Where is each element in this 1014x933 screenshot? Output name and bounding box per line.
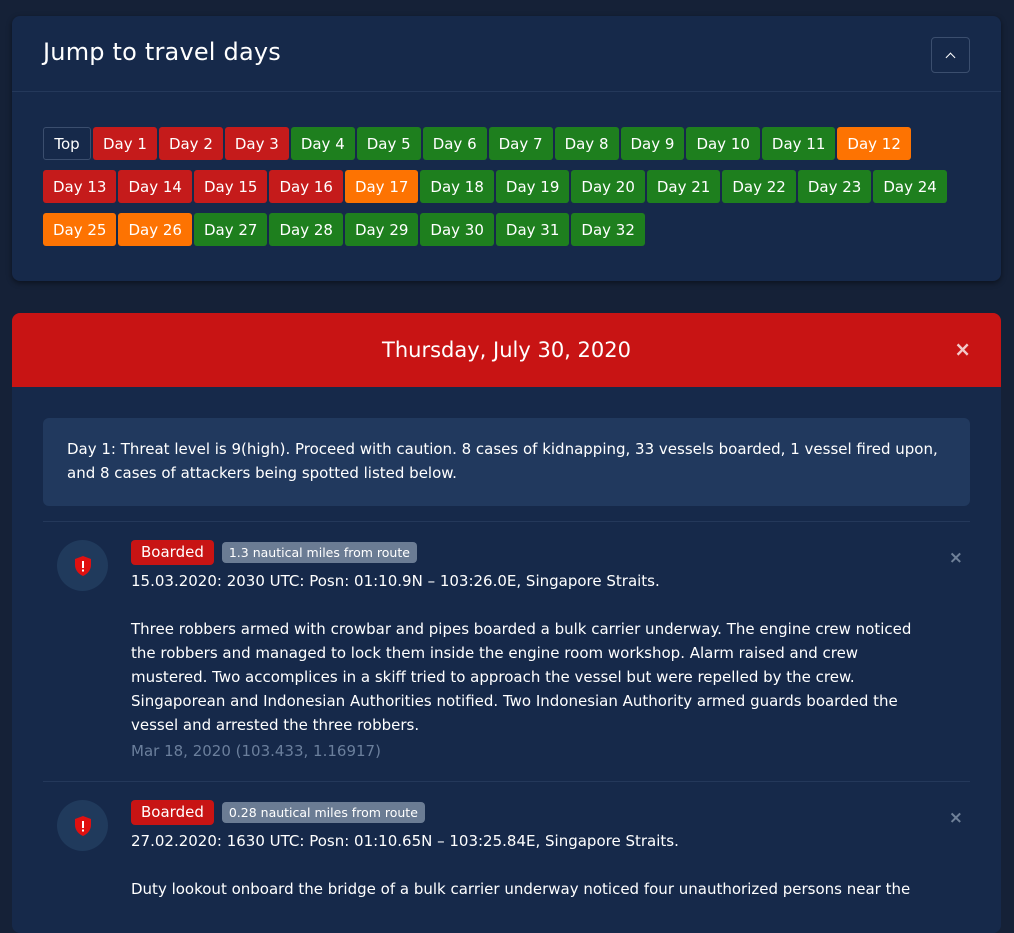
- day-button-5[interactable]: Day 5: [356, 127, 421, 160]
- collapse-button[interactable]: [931, 37, 970, 73]
- day-button-14[interactable]: Day 14: [118, 170, 192, 203]
- day-title: Thursday, July 30, 2020: [382, 338, 631, 362]
- day-button-23[interactable]: Day 23: [797, 170, 872, 203]
- day-button-28[interactable]: Day 28: [269, 213, 343, 246]
- day-button-2[interactable]: Day 2: [158, 127, 223, 160]
- day-button-32[interactable]: Day 32: [571, 213, 645, 246]
- day-button-18[interactable]: Day 18: [420, 170, 494, 203]
- shield-alert-icon: [57, 540, 108, 591]
- incident-description: Duty lookout onboard the bridge of a bul…: [131, 880, 911, 898]
- day-button-13[interactable]: Day 13: [43, 170, 117, 203]
- day-button-8[interactable]: Day 8: [554, 127, 619, 160]
- day-detail-card: Thursday, July 30, 2020 × Day 1: Threat …: [12, 313, 1001, 933]
- day-button-11[interactable]: Day 11: [761, 127, 836, 160]
- day-button-16[interactable]: Day 16: [269, 170, 343, 203]
- jump-card-header: Jump to travel days: [12, 16, 1001, 92]
- incident-position: 27.02.2020: 1630 UTC: Posn: 01:10.65N – …: [131, 832, 679, 850]
- incident-meta: Mar 18, 2020 (103.433, 1.16917): [131, 742, 381, 760]
- day-button-19[interactable]: Day 19: [495, 170, 570, 203]
- day-button-1[interactable]: Day 1: [93, 127, 157, 160]
- day-button-7[interactable]: Day 7: [488, 127, 553, 160]
- day-button-24[interactable]: Day 24: [873, 170, 947, 203]
- incident-description: Three robbers armed with crowbar and pip…: [131, 620, 912, 734]
- day-button-4[interactable]: Day 4: [290, 127, 355, 160]
- incident-tags: Boarded 1.3 nautical miles from route: [131, 540, 931, 565]
- day-button-20[interactable]: Day 20: [571, 170, 645, 203]
- day-button-17[interactable]: Day 17: [344, 170, 419, 203]
- incident-body: Boarded 0.28 nautical miles from route 2…: [131, 800, 931, 901]
- day-button-27[interactable]: Day 27: [193, 213, 268, 246]
- shield-alert-icon: [57, 800, 108, 851]
- incident-body: Boarded 1.3 nautical miles from route 15…: [131, 540, 931, 763]
- day-button-12[interactable]: Day 12: [837, 127, 911, 160]
- threat-summary: Day 1: Threat level is 9(high). Proceed …: [43, 418, 970, 506]
- incident-type-badge: Boarded: [131, 800, 214, 825]
- top-button[interactable]: Top: [43, 127, 91, 160]
- day-button-25[interactable]: Day 25: [43, 213, 117, 246]
- jump-card-title: Jump to travel days: [43, 38, 281, 66]
- day-button-21[interactable]: Day 21: [646, 170, 721, 203]
- day-button-30[interactable]: Day 30: [420, 213, 494, 246]
- day-button-29[interactable]: Day 29: [344, 213, 419, 246]
- day-button-22[interactable]: Day 22: [722, 170, 796, 203]
- day-button-3[interactable]: Day 3: [224, 127, 289, 160]
- incident-dismiss-button[interactable]: ×: [949, 548, 963, 568]
- distance-badge: 1.3 nautical miles from route: [221, 542, 417, 563]
- day-button-31[interactable]: Day 31: [495, 213, 570, 246]
- incident-item: Boarded 0.28 nautical miles from route 2…: [43, 781, 970, 933]
- incident-item: Boarded 1.3 nautical miles from route 15…: [43, 521, 970, 781]
- incident-tags: Boarded 0.28 nautical miles from route: [131, 800, 931, 825]
- jump-to-days-card: Jump to travel days Top Day 1 Day 2 Day 3D…: [12, 16, 1001, 281]
- incident-position: 15.03.2020: 2030 UTC: Posn: 01:10.9N – 1…: [131, 572, 660, 590]
- incident-type-badge: Boarded: [131, 540, 214, 565]
- chevron-up-icon: [945, 52, 956, 62]
- day-button-15[interactable]: Day 15: [193, 170, 268, 203]
- day-close-button[interactable]: ×: [954, 337, 971, 361]
- incident-dismiss-button[interactable]: ×: [949, 808, 963, 828]
- day-button-10[interactable]: Day 10: [686, 127, 760, 160]
- day-header: Thursday, July 30, 2020 ×: [12, 313, 1001, 387]
- day-button-grid: Top Day 1 Day 2 Day 3 Day 4 Day 5 Day 6 Day 7D…: [43, 127, 973, 246]
- day-button-6[interactable]: Day 6: [422, 127, 487, 160]
- day-button-26[interactable]: Day 26: [118, 213, 192, 246]
- distance-badge: 0.28 nautical miles from route: [221, 802, 425, 823]
- day-button-9[interactable]: Day 9: [620, 127, 685, 160]
